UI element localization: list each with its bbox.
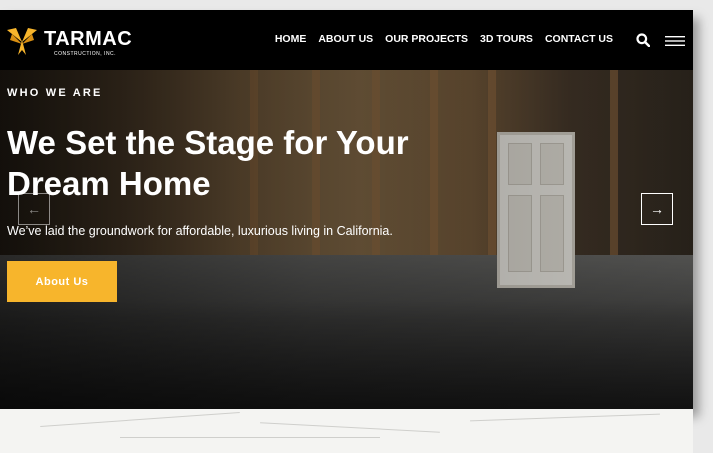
main-nav: HOME ABOUT US OUR PROJECTS 3D TOURS CONT… [275, 33, 613, 45]
search-icon[interactable] [636, 33, 650, 47]
nav-item-our-projects[interactable]: OUR PROJECTS [385, 33, 468, 45]
hero-eyebrow: WHO WE ARE [7, 87, 103, 99]
about-us-button[interactable]: About Us [7, 261, 117, 302]
hamburger-menu-icon[interactable] [665, 36, 685, 46]
blueprint-sketch-background [0, 409, 693, 453]
browser-frame: TARMAC CONSTRUCTION, INC. HOME ABOUT US … [0, 10, 693, 409]
site-header: TARMAC CONSTRUCTION, INC. HOME ABOUT US … [0, 10, 693, 70]
brand-tagline: CONSTRUCTION, INC. [54, 51, 117, 57]
arrow-right-icon: → [650, 201, 664, 217]
slider-next-button[interactable]: → [641, 193, 673, 225]
slider-prev-button[interactable]: ← [18, 193, 50, 225]
hero-headline: We Set the Stage for Your Dream Home [7, 124, 409, 202]
brand-name: TARMAC [44, 28, 133, 50]
nav-item-about-us[interactable]: ABOUT US [318, 33, 373, 45]
logo[interactable]: TARMAC CONSTRUCTION, INC. [6, 26, 136, 62]
hero-background-image [0, 70, 693, 409]
logo-eagle-icon [7, 28, 37, 55]
hero-subtext: We’ve laid the groundwork for affordable… [7, 224, 393, 238]
arrow-left-icon: ← [27, 201, 41, 217]
nav-item-contact-us[interactable]: CONTACT US [545, 33, 613, 45]
nav-item-home[interactable]: HOME [275, 33, 307, 45]
nav-item-3d-tours[interactable]: 3D TOURS [480, 33, 533, 45]
